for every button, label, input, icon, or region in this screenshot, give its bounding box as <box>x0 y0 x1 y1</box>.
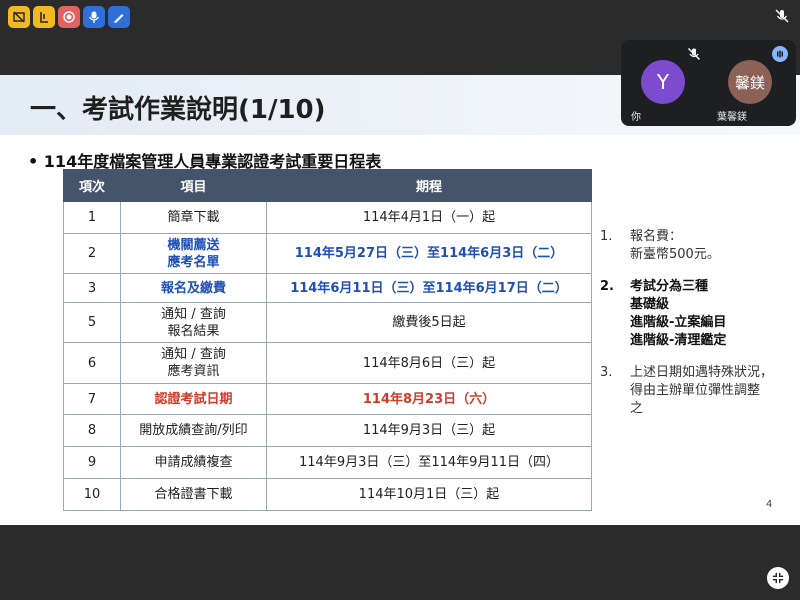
participant-avatar[interactable]: 馨鎂 <box>728 60 772 104</box>
table-row: 7 認證考試日期 114年8月23日（六） <box>63 383 592 415</box>
cell-period: 114年5月27日（三）至114年6月3日（二） <box>266 233 592 274</box>
timer-button[interactable] <box>33 6 55 28</box>
header-item: 項目 <box>120 169 267 202</box>
cell-item-line: 應考資訊 <box>167 364 220 379</box>
cell-item: 開放成績查詢/列印 <box>120 414 267 447</box>
cell-period: 114年10月1日（三）起 <box>266 478 592 511</box>
cell-item: 機關薦送 應考名單 <box>120 233 267 274</box>
cell-period: 繳費後5日起 <box>266 302 592 343</box>
cell-item-line: 合格證書下載 <box>154 487 233 502</box>
grid-off-button[interactable] <box>8 6 30 28</box>
cell-item-line: 通知 / 查詢 <box>161 347 226 362</box>
table-row: 8 開放成績查詢/列印 114年9月3日（三）起 <box>63 414 592 447</box>
pen-icon <box>114 14 124 23</box>
note-item: 1. 報名費： 新臺幣500元。 <box>600 228 790 264</box>
cell-period: 114年8月6日（三）起 <box>266 342 592 384</box>
timer-icon <box>40 12 48 23</box>
cell-item: 申請成績複查 <box>120 446 267 479</box>
header-period: 期程 <box>266 169 592 202</box>
table-row: 9 申請成績複查 114年9月3日（三）至114年9月11日（四） <box>63 446 592 479</box>
participant-muted-icon <box>687 46 701 60</box>
cell-no: 8 <box>63 414 121 447</box>
collapse-icon <box>772 572 784 584</box>
mic-edit-button[interactable] <box>83 6 105 28</box>
cell-no: 3 <box>63 273 121 303</box>
schedule-table: 項次 項目 期程 1 簡章下載 114年4月1日（一）起 2 機關薦送 應考名單 … <box>63 169 592 511</box>
note-item: 2. 考試分為三種 基礎級 進階級-立案編目 進階級-清理鑑定 <box>600 278 790 350</box>
cell-no: 9 <box>63 446 121 479</box>
grid-off-icon <box>13 11 25 23</box>
cell-period: 114年4月1日（一）起 <box>266 201 592 234</box>
cell-period: 114年9月3日（三）至114年9月11日（四） <box>266 446 592 479</box>
cell-item: 報名及繳費 <box>120 273 267 303</box>
table-row: 2 機關薦送 應考名單 114年5月27日（三）至114年6月3日（二） <box>63 233 592 274</box>
presentation-slide: 一、考試作業說明(1/10) • 114年度檔案管理人員專業認證考試重要日程表 … <box>0 75 800 525</box>
note-line: 上述日期如遇特殊狀況， <box>630 365 774 380</box>
cell-item-line: 簡章下載 <box>167 210 220 225</box>
note-line: 報名費： <box>630 229 683 244</box>
page-number: 4 <box>766 499 773 510</box>
cell-item-line: 認證考試日期 <box>154 391 233 407</box>
table-row: 6 通知 / 查詢 應考資訊 114年8月6日（三）起 <box>63 342 592 384</box>
pen-button[interactable] <box>108 6 130 28</box>
record-icon <box>63 11 75 23</box>
cell-item: 通知 / 查詢 報名結果 <box>120 302 267 343</box>
cell-item-line: 通知 / 查詢 <box>161 306 226 322</box>
note-line: 得由主辦單位彈性調整 <box>630 383 761 398</box>
table-header-row: 項次 項目 期程 <box>63 169 592 202</box>
cell-no: 2 <box>63 233 121 274</box>
cell-item: 合格證書下載 <box>120 478 267 511</box>
cell-no: 7 <box>63 383 121 415</box>
speaking-indicator-icon <box>772 46 788 62</box>
participants-panel[interactable]: Y 你 馨鎂 葉馨鎂 <box>621 40 796 126</box>
cell-item-line: 開放成績查詢/列印 <box>139 423 248 438</box>
cell-no: 6 <box>63 342 121 384</box>
table-row: 10 合格證書下載 114年10月1日（三）起 <box>63 478 592 511</box>
note-line: 基礎級 <box>630 297 670 312</box>
participant-avatar[interactable]: Y <box>641 60 685 104</box>
mic-muted-icon <box>775 9 789 23</box>
cell-item: 認證考試日期 <box>120 383 267 415</box>
mic-edit-icon <box>88 11 100 23</box>
cell-item-line: 報名及繳費 <box>160 280 226 296</box>
note-line: 進階級-立案編目 <box>630 315 727 330</box>
note-item: 3. 上述日期如遇特殊狀況， 得由主辦單位彈性調整 之 <box>600 364 790 418</box>
note-line: 考試分為三種 <box>630 279 709 294</box>
cell-period: 114年9月3日（三）起 <box>266 414 592 447</box>
cell-period: 114年6月11日（三）至114年6月17日（二） <box>266 273 592 303</box>
cell-item: 簡章下載 <box>120 201 267 234</box>
table-row: 5 通知 / 查詢 報名結果 繳費後5日起 <box>63 302 592 343</box>
table-row: 3 報名及繳費 114年6月11日（三）至114年6月17日（二） <box>63 273 592 303</box>
cell-no: 1 <box>63 201 121 234</box>
note-number: 3. <box>600 365 613 380</box>
cell-no: 5 <box>63 302 121 343</box>
exit-fullscreen-button[interactable] <box>767 567 789 589</box>
table-row: 1 簡章下載 114年4月1日（一）起 <box>63 201 592 234</box>
cell-item: 通知 / 查詢 應考資訊 <box>120 342 267 384</box>
cell-no: 10 <box>63 478 121 511</box>
note-number: 2. <box>600 279 614 294</box>
mic-muted-button[interactable] <box>772 6 792 26</box>
slide-title: 一、考試作業說明(1/10) <box>30 95 326 125</box>
note-number: 1. <box>600 229 613 244</box>
participant-name: 葉馨鎂 <box>717 112 747 123</box>
notes-list: 1. 報名費： 新臺幣500元。 2. 考試分為三種 基礎級 進階級-立案編目 … <box>600 228 790 432</box>
participant-name: 你 <box>631 112 641 123</box>
cell-item-line: 申請成績複查 <box>154 455 233 470</box>
cell-item-line: 應考名單 <box>167 254 220 270</box>
note-line: 新臺幣500元。 <box>630 247 720 262</box>
cell-item-line: 機關薦送 <box>167 237 220 253</box>
note-line: 之 <box>630 401 644 416</box>
cell-item-line: 報名結果 <box>167 323 220 339</box>
cell-period: 114年8月23日（六） <box>266 383 592 415</box>
header-no: 項次 <box>63 169 121 202</box>
record-button[interactable] <box>58 6 80 28</box>
meeting-toolbar <box>8 6 130 28</box>
note-line: 進階級-清理鑑定 <box>630 333 727 348</box>
